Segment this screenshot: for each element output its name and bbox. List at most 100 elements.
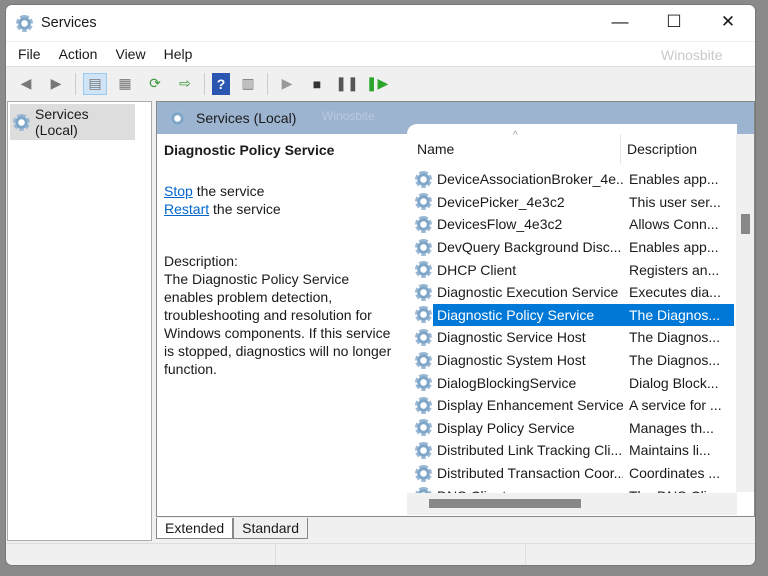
gear-icon xyxy=(415,283,432,301)
table-row[interactable]: Diagnostic System Host The Diagnos... xyxy=(407,349,737,372)
close-button[interactable]: ✕ xyxy=(701,5,755,39)
show-action-pane-icon[interactable]: ▥ xyxy=(236,73,260,95)
services-gear-icon xyxy=(16,14,33,32)
pane-title: Services (Local) xyxy=(196,110,297,126)
refresh-icon[interactable]: ⟳ xyxy=(143,73,167,95)
service-description: Executes dia... xyxy=(629,284,721,301)
watermark: Winosbite xyxy=(322,109,375,123)
gear-icon xyxy=(415,464,432,482)
gear-icon xyxy=(415,306,432,324)
table-row[interactable]: Display Policy Service Manages th... xyxy=(407,417,737,440)
service-name: Diagnostic Policy Service xyxy=(435,306,597,323)
service-description: Dialog Block... xyxy=(629,374,719,391)
menu-help[interactable]: Help xyxy=(164,46,193,62)
service-description: Enables app... xyxy=(629,171,719,188)
table-row[interactable]: DevQuery Background Disc... Enables app..… xyxy=(407,236,737,259)
table-row[interactable]: DHCP Client Registers an... xyxy=(407,258,737,281)
gear-icon xyxy=(415,441,432,459)
service-name: Diagnostic Service Host xyxy=(437,329,586,346)
service-name: Diagnostic Execution Service xyxy=(437,284,619,301)
service-name-cell: Distributed Link Tracking Cli... xyxy=(407,441,623,459)
properties-icon[interactable]: ▦ xyxy=(113,73,137,95)
table-row[interactable]: Diagnostic Execution Service Executes dia… xyxy=(407,281,737,304)
service-name: Distributed Transaction Coor... xyxy=(437,465,623,482)
menu-view[interactable]: View xyxy=(115,46,145,62)
toolbar: ◀ ▶ ▤ ▦ ⟳ ⇨ ? ▥ ▶ ■ ❚❚ ❚▶ xyxy=(6,68,755,99)
sort-ascending-icon: ^ xyxy=(513,130,518,141)
gear-icon xyxy=(415,328,432,346)
service-name-cell: Distributed Transaction Coor... xyxy=(407,464,623,482)
stop-service-icon[interactable]: ■ xyxy=(305,73,329,95)
table-row[interactable]: DevicePicker_4e3c2 This user ser... xyxy=(407,191,737,214)
service-description: The Diagnos... xyxy=(629,352,721,369)
restart-text: the service xyxy=(209,201,281,217)
tree-item-services-local[interactable]: Services (Local) xyxy=(10,104,135,140)
service-name-cell: DevicesFlow_4e3c2 xyxy=(407,215,623,233)
status-bar xyxy=(6,543,755,565)
service-name-cell: DevicePicker_4e3c2 xyxy=(407,193,623,211)
restart-link[interactable]: Restart xyxy=(164,201,209,217)
table-row[interactable]: DialogBlockingService Dialog Block... xyxy=(407,371,737,394)
forward-arrow-icon[interactable]: ▶ xyxy=(44,73,68,95)
watermark: Winosbite xyxy=(661,47,723,63)
service-name: DHCP Client xyxy=(437,261,517,278)
gear-icon xyxy=(415,238,432,256)
horizontal-scrollbar[interactable] xyxy=(407,493,737,515)
description-text: The Diagnostic Policy Service enables pr… xyxy=(164,271,392,377)
gear-icon xyxy=(415,396,432,414)
service-name-cell: Diagnostic Service Host xyxy=(407,328,623,346)
gear-icon xyxy=(415,215,432,233)
services-list: ^ Name Description DeviceAssociationBroke… xyxy=(407,124,737,516)
pause-service-icon[interactable]: ❚❚ xyxy=(335,73,359,95)
service-description: Coordinates ... xyxy=(629,465,721,482)
restart-service-icon[interactable]: ❚▶ xyxy=(365,73,389,95)
service-name: DevQuery Background Disc... xyxy=(437,239,622,256)
table-row[interactable]: DeviceAssociationBroker_4e... Enables app… xyxy=(407,168,737,191)
table-row[interactable]: Distributed Transaction Coor... Coordinat… xyxy=(407,462,737,485)
stop-link[interactable]: Stop xyxy=(164,183,193,199)
column-name[interactable]: ^ Name xyxy=(407,130,621,164)
minimize-button[interactable]: — xyxy=(593,5,647,39)
tree-item-label: Services (Local) xyxy=(35,106,89,138)
table-row[interactable]: Distributed Link Tracking Cli... Maintain… xyxy=(407,439,737,462)
export-list-icon[interactable]: ⇨ xyxy=(173,73,197,95)
service-description: Enables app... xyxy=(629,239,719,256)
service-name: Distributed Link Tracking Cli... xyxy=(437,442,623,459)
tab-extended[interactable]: Extended xyxy=(156,518,234,539)
maximize-button[interactable]: ☐ xyxy=(647,5,701,39)
service-description: Manages th... xyxy=(629,419,714,436)
description-label: Description: xyxy=(164,253,238,269)
menu-bar: File Action View Help Winosbite xyxy=(6,41,755,67)
service-name: Display Policy Service xyxy=(437,419,575,436)
gear-icon xyxy=(13,113,30,131)
show-hide-console-tree-icon[interactable]: ▤ xyxy=(83,72,107,95)
gear-icon xyxy=(415,170,432,188)
scrollbar-thumb[interactable] xyxy=(741,214,750,234)
start-service-icon[interactable]: ▶ xyxy=(275,73,299,95)
gear-icon xyxy=(415,374,432,392)
menu-action[interactable]: Action xyxy=(59,46,98,62)
service-description: Allows Conn... xyxy=(629,216,719,233)
scrollbar-thumb[interactable] xyxy=(429,499,581,508)
menu-file[interactable]: File xyxy=(18,46,41,62)
service-description: The Diagnos... xyxy=(623,306,721,323)
service-description: A service for ... xyxy=(629,397,722,414)
service-name-cell: DeviceAssociationBroker_4e... xyxy=(407,170,623,188)
help-icon[interactable]: ? xyxy=(212,72,230,95)
table-row[interactable]: Display Enhancement Service A service for… xyxy=(407,394,737,417)
tab-standard[interactable]: Standard xyxy=(233,518,308,539)
service-name: DevicesFlow_4e3c2 xyxy=(437,216,563,233)
vertical-scrollbar[interactable] xyxy=(736,134,754,492)
service-description: This user ser... xyxy=(629,193,721,210)
service-name-cell: DevQuery Background Disc... xyxy=(407,238,623,256)
back-arrow-icon[interactable]: ◀ xyxy=(14,73,38,95)
service-description: Maintains li... xyxy=(629,442,711,459)
service-name: Diagnostic System Host xyxy=(437,352,586,369)
table-row[interactable]: Diagnostic Policy Service The Diagnos... xyxy=(407,303,737,327)
column-description[interactable]: Description xyxy=(621,141,697,157)
column-name-label: Name xyxy=(417,141,455,157)
table-row[interactable]: Diagnostic Service Host The Diagnos... xyxy=(407,326,737,349)
list-header: ^ Name Description xyxy=(407,130,737,164)
table-row[interactable]: DevicesFlow_4e3c2 Allows Conn... xyxy=(407,213,737,236)
gear-icon xyxy=(415,193,432,211)
